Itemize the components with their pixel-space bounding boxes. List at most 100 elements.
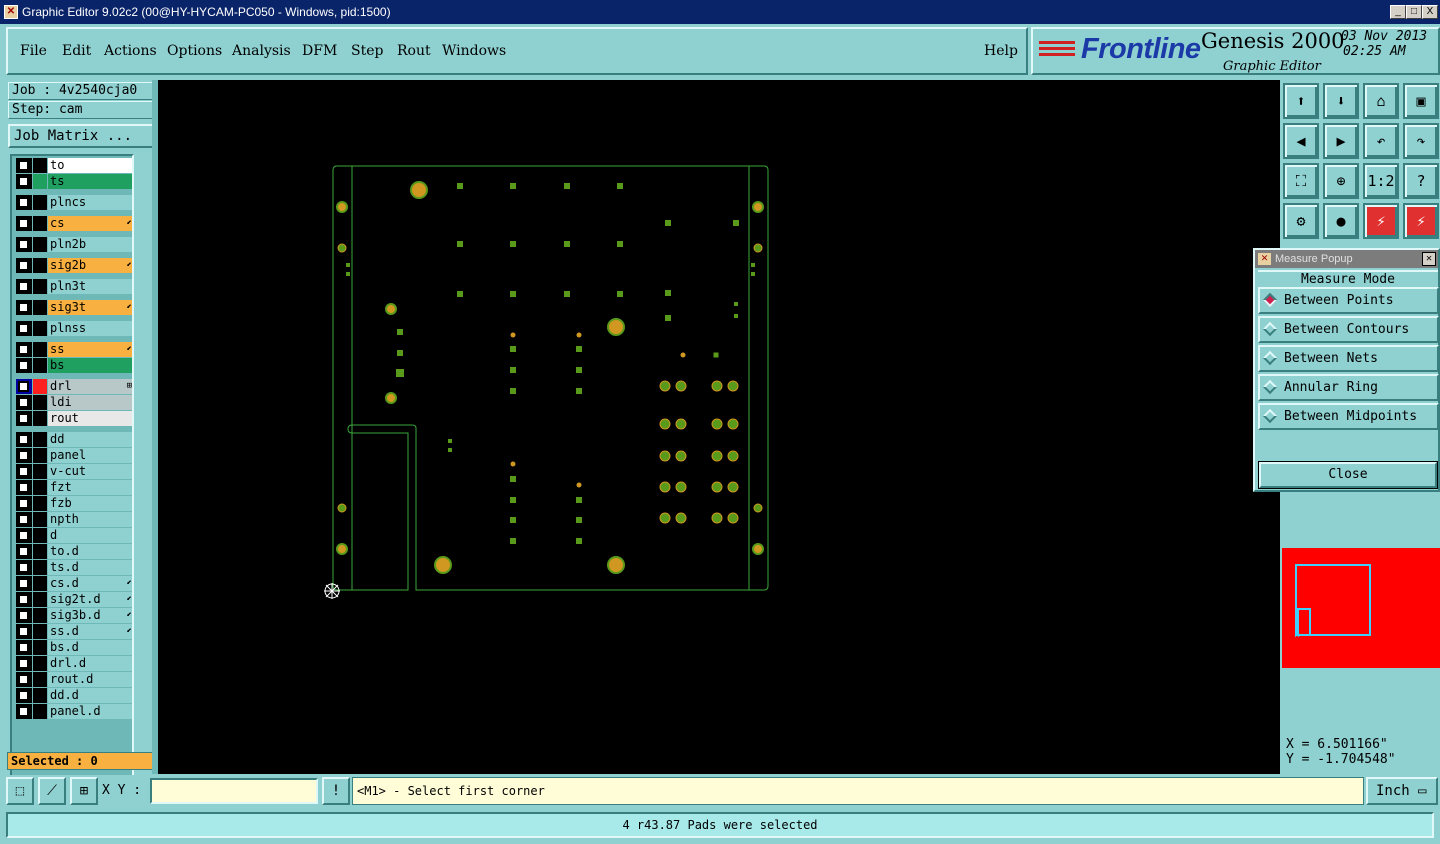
layer-row-ldi[interactable]: ldi xyxy=(16,395,134,410)
layer-checkbox[interactable] xyxy=(18,344,29,355)
measure-popup-close-icon[interactable]: ✕ xyxy=(1422,252,1436,266)
layer-color-swatch[interactable] xyxy=(33,448,47,463)
layer-checkbox[interactable] xyxy=(18,450,29,461)
layer-checkbox[interactable] xyxy=(18,413,29,424)
layer-name[interactable]: sig2b xyxy=(48,258,132,273)
layer-color-swatch[interactable] xyxy=(33,279,47,294)
layer-color-swatch[interactable] xyxy=(33,512,47,527)
layer-row-panel.d[interactable]: panel.d xyxy=(16,704,134,719)
measure-close-button[interactable]: Close xyxy=(1259,462,1437,488)
layer-color-swatch[interactable] xyxy=(33,258,47,273)
layer-row-pln3t[interactable]: pln3t xyxy=(16,279,134,294)
layer-name[interactable]: panel.d xyxy=(48,704,132,719)
layer-row-d[interactable]: d xyxy=(16,528,134,543)
layer-checkbox[interactable] xyxy=(18,530,29,541)
layer-name[interactable]: ss.d xyxy=(48,624,132,639)
measure-option[interactable]: Between Contours xyxy=(1258,316,1439,343)
layer-row-sig3t[interactable]: sig3t ⬋ xyxy=(16,300,134,315)
layer-color-swatch[interactable] xyxy=(33,608,47,623)
menu-options[interactable]: Options xyxy=(167,43,222,59)
layer-row-rout[interactable]: rout xyxy=(16,411,134,426)
layer-name[interactable]: sig3b.d xyxy=(48,608,132,623)
net-right-icon[interactable]: ⚡ xyxy=(1403,203,1439,239)
layer-name[interactable]: rout xyxy=(48,411,132,426)
layer-color-swatch[interactable] xyxy=(33,528,47,543)
layer-name[interactable]: sig3t xyxy=(48,300,132,315)
maximize-button[interactable]: □ xyxy=(1406,5,1422,19)
layer-name[interactable]: cs.d xyxy=(48,576,132,591)
layer-row-dd.d[interactable]: dd.d xyxy=(16,688,134,703)
layer-color-swatch[interactable] xyxy=(33,216,47,231)
grid-icon[interactable]: ⊞ xyxy=(70,777,98,805)
layer-checkbox[interactable] xyxy=(18,176,29,187)
layer-checkbox[interactable] xyxy=(18,323,29,334)
menu-actions[interactable]: Actions xyxy=(104,43,157,59)
layer-color-swatch[interactable] xyxy=(33,395,47,410)
layer-row-sig2b[interactable]: sig2b ⬋ xyxy=(16,258,134,273)
layer-color-swatch[interactable] xyxy=(33,592,47,607)
layer-checkbox[interactable] xyxy=(18,642,29,653)
exclamation-button[interactable]: ! xyxy=(322,777,350,805)
radio-diamond-icon[interactable] xyxy=(1262,292,1278,308)
layer-checkbox[interactable] xyxy=(18,706,29,717)
layer-checkbox[interactable] xyxy=(18,160,29,171)
layer-checkbox[interactable] xyxy=(18,197,29,208)
layer-color-swatch[interactable] xyxy=(33,174,47,189)
layer-name[interactable]: dd xyxy=(48,432,132,447)
layer-color-swatch[interactable] xyxy=(33,237,47,252)
layer-name[interactable]: bs.d xyxy=(48,640,132,655)
pan-right-icon[interactable]: ▶ xyxy=(1323,123,1359,159)
pcb-board-view[interactable] xyxy=(158,80,1280,774)
layer-row-plnss[interactable]: plnss xyxy=(16,321,134,336)
layer-color-swatch[interactable] xyxy=(33,342,47,357)
layer-row-sig2t.d[interactable]: sig2t.d ⬋ xyxy=(16,592,134,607)
layer-color-swatch[interactable] xyxy=(33,464,47,479)
layer-row-plncs[interactable]: plncs xyxy=(16,195,134,210)
graphic-canvas[interactable] xyxy=(158,80,1280,774)
layer-checkbox[interactable] xyxy=(18,514,29,525)
menu-file[interactable]: File xyxy=(20,43,47,59)
layer-row-drl.d[interactable]: drl.d xyxy=(16,656,134,671)
layer-color-swatch[interactable] xyxy=(33,688,47,703)
layer-checkbox[interactable] xyxy=(18,610,29,621)
fit-icon[interactable]: ⛶ xyxy=(1283,163,1319,199)
layer-name[interactable]: fzt xyxy=(48,480,132,495)
layer-row-bs.d[interactable]: bs.d xyxy=(16,640,134,655)
layer-color-swatch[interactable] xyxy=(33,158,47,173)
layer-color-swatch[interactable] xyxy=(33,432,47,447)
layer-row-npth[interactable]: npth xyxy=(16,512,134,527)
layer-row-cs[interactable]: cs ⬋ xyxy=(16,216,134,231)
layer-row-fzt[interactable]: fzt xyxy=(16,480,134,495)
layer-color-swatch[interactable] xyxy=(33,411,47,426)
help-icon[interactable]: ? xyxy=(1403,163,1439,199)
menu-edit[interactable]: Edit xyxy=(62,43,91,59)
snap-icon[interactable]: ⬚ xyxy=(6,777,34,805)
menu-help[interactable]: Help xyxy=(984,43,1018,59)
layer-name[interactable]: pln3t xyxy=(48,279,132,294)
layer-color-swatch[interactable] xyxy=(33,560,47,575)
overview-map[interactable]: × xyxy=(1282,548,1440,668)
layer-checkbox[interactable] xyxy=(18,239,29,250)
layer-name[interactable]: plnss xyxy=(48,321,132,336)
layer-row-bs[interactable]: bs xyxy=(16,358,134,373)
layer-checkbox[interactable] xyxy=(18,578,29,589)
close-window-button[interactable]: X xyxy=(1422,5,1438,19)
layer-checkbox[interactable] xyxy=(18,658,29,669)
layer-row-fzb[interactable]: fzb xyxy=(16,496,134,511)
xy-input[interactable] xyxy=(150,778,318,804)
radio-diamond-icon[interactable] xyxy=(1262,379,1278,395)
layer-name[interactable]: rout.d xyxy=(48,672,132,687)
undo-zoom-icon[interactable]: ↶ xyxy=(1363,123,1399,159)
layer-row-v-cut[interactable]: v-cut xyxy=(16,464,134,479)
zoom-down-icon[interactable]: ⬇ xyxy=(1323,83,1359,119)
layer-row-drl[interactable]: drl ⊞ xyxy=(16,379,134,394)
measure-option[interactable]: Between Points xyxy=(1258,287,1439,314)
unit-selector[interactable]: Inch ▭ xyxy=(1366,777,1438,805)
layer-checkbox[interactable] xyxy=(18,482,29,493)
layer-row-ts[interactable]: ts xyxy=(16,174,134,189)
layer-row-ts.d[interactable]: ts.d xyxy=(16,560,134,575)
layer-checkbox[interactable] xyxy=(18,466,29,477)
layer-name[interactable]: drl.d xyxy=(48,656,132,671)
layer-name[interactable]: to xyxy=(48,158,132,173)
layer-name[interactable]: pln2b xyxy=(48,237,132,252)
